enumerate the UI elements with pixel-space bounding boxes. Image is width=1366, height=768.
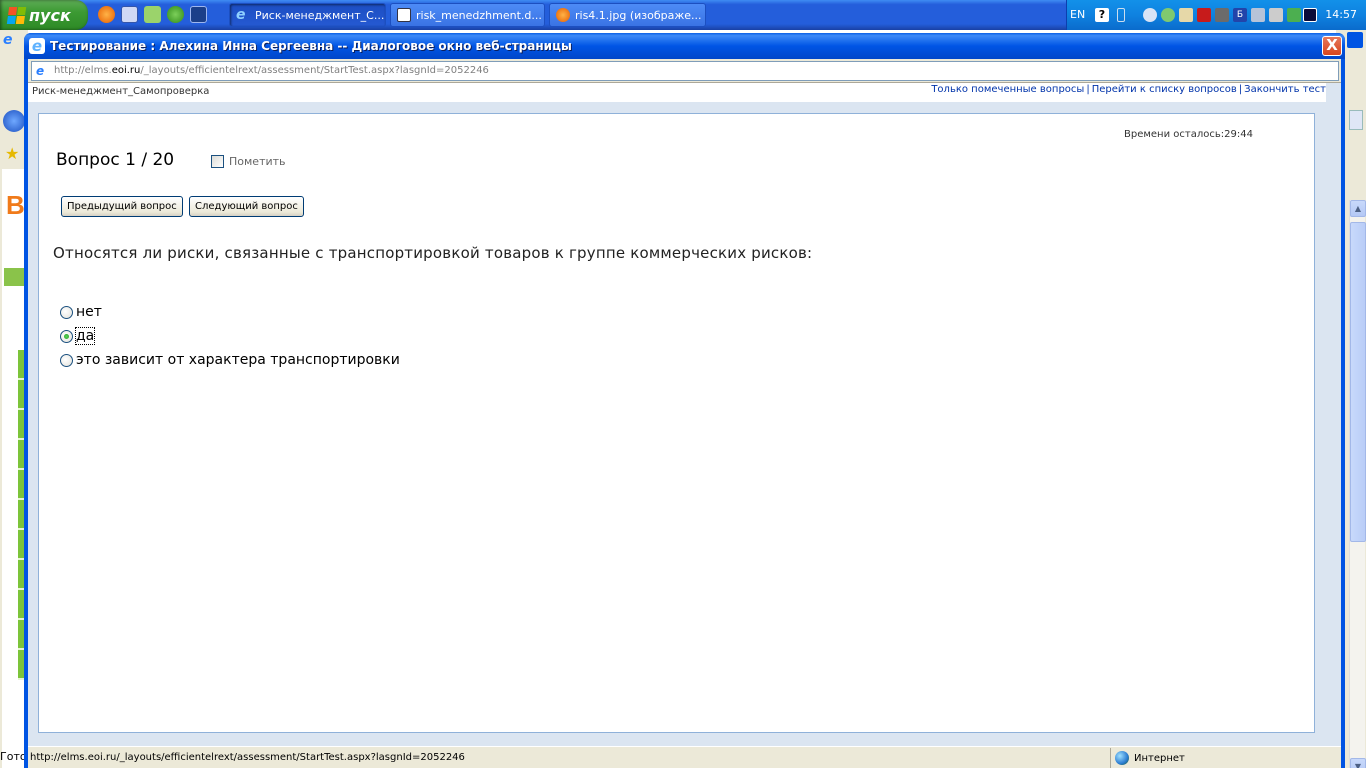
test-name: Риск-менеджмент_Самопроверка xyxy=(32,86,210,97)
address-field[interactable]: e http://elms.eoi.ru/_layouts/efficiente… xyxy=(31,61,1339,81)
network-icon[interactable] xyxy=(1161,8,1175,22)
status-url: http://elms.eoi.ru/_layouts/efficientelr… xyxy=(30,752,465,763)
utorrent-icon[interactable] xyxy=(167,6,184,23)
next-question-button[interactable]: Следующий вопрос xyxy=(189,196,304,217)
scroll-up-icon[interactable]: ▲ xyxy=(1350,200,1366,217)
close-button[interactable]: X xyxy=(1322,36,1342,56)
time-remaining: Времени осталось:29:44 xyxy=(1124,129,1253,140)
device-icon[interactable] xyxy=(1215,8,1229,22)
dialog-content: Риск-менеджмент_Самопроверка Только поме… xyxy=(28,83,1341,746)
test-navigation-links: Только помеченные вопросы | Перейти к спис… xyxy=(931,84,1326,95)
mark-question-control[interactable]: Пометить xyxy=(211,155,286,168)
mark-checkbox[interactable] xyxy=(211,155,224,168)
firefox-icon xyxy=(556,8,570,22)
scroll-down-icon[interactable]: ▼ xyxy=(1350,758,1366,768)
answer-option[interactable]: да xyxy=(60,326,96,346)
task-word-document[interactable]: risk_menedzhment.d... xyxy=(390,3,545,27)
start-button[interactable]: пуск xyxy=(0,0,88,30)
background-scrollbar[interactable]: ▲ ▼ xyxy=(1349,200,1366,768)
answer-option[interactable]: нет xyxy=(60,302,102,322)
mark-label: Пометить xyxy=(229,155,286,168)
answer-label: нет xyxy=(76,304,102,320)
address-prefix: http://elms. xyxy=(54,65,112,76)
question-panel: Времени осталось:29:44 Вопрос 1 / 20 Пом… xyxy=(38,113,1315,733)
answer-radio[interactable] xyxy=(60,353,73,367)
task-label: Риск-менеджмент_С... xyxy=(255,8,385,22)
ie-icon: e xyxy=(3,32,13,48)
address-domain: eoi.ru xyxy=(111,65,141,76)
dialog-window: e Тестирование : Алехина Инна Сергеевна … xyxy=(24,33,1345,768)
kaspersky-icon[interactable] xyxy=(1197,8,1211,22)
toolbar-chevron-icon[interactable] xyxy=(1349,110,1363,130)
address-path: /_layouts/efficientelrext/assessment/Sta… xyxy=(140,65,489,76)
question-list-link[interactable]: Перейти к списку вопросов xyxy=(1092,84,1237,95)
question-text: Относятся ли риски, связанные с транспор… xyxy=(53,244,813,262)
keyboard-icon[interactable]: Б xyxy=(1233,8,1247,22)
status-bar: http://elms.eoi.ru/_layouts/efficientelr… xyxy=(28,746,1341,768)
dialog-right-edge xyxy=(1330,83,1341,746)
volume-icon[interactable] xyxy=(1251,8,1265,22)
pencil-icon[interactable] xyxy=(1179,8,1193,22)
display-icon[interactable] xyxy=(1269,8,1283,22)
chevron-icon[interactable] xyxy=(1117,8,1125,22)
address-bar: e http://elms.eoi.ru/_layouts/efficiente… xyxy=(28,59,1341,83)
back-arrow-icon[interactable] xyxy=(1143,8,1157,22)
agent-icon[interactable] xyxy=(1303,8,1317,22)
answer-option[interactable]: это зависит от характера транспортировки xyxy=(60,350,400,370)
system-tray: EN ? Б 14:57 xyxy=(1066,0,1366,30)
zone-label: Интернет xyxy=(1134,752,1185,764)
answer-label: да xyxy=(74,327,96,345)
globe-icon xyxy=(1115,751,1129,765)
recycle-icon[interactable] xyxy=(144,6,161,23)
save-icon[interactable] xyxy=(121,6,138,23)
start-label: пуск xyxy=(29,5,71,25)
background-status-text: Гото xyxy=(0,750,27,763)
dialog-titlebar[interactable]: e Тестирование : Алехина Инна Сергеевна … xyxy=(24,33,1345,59)
task-risk-management[interactable]: e Риск-менеджмент_С... xyxy=(229,3,386,27)
previous-question-button[interactable]: Предыдущий вопрос xyxy=(61,196,183,217)
question-number: Вопрос 1 / 20 xyxy=(56,150,175,170)
task-label: ris4.1.jpg (изображе... xyxy=(575,8,702,22)
dialog-title: Тестирование : Алехина Инна Сергеевна --… xyxy=(50,39,572,53)
taskbar: пуск e Риск-менеджмент_С... risk_menedzh… xyxy=(0,0,1366,30)
back-button-icon[interactable] xyxy=(3,110,25,132)
window-control-icon[interactable] xyxy=(1347,32,1363,48)
windows-flag-icon xyxy=(6,6,27,24)
firefox-icon[interactable] xyxy=(98,6,115,23)
finish-test-link[interactable]: Закончить тест xyxy=(1244,84,1326,95)
task-image[interactable]: ris4.1.jpg (изображе... xyxy=(549,3,706,27)
marked-questions-link[interactable]: Только помеченные вопросы xyxy=(931,84,1084,95)
security-zone[interactable]: Интернет xyxy=(1110,748,1338,768)
word-document-icon xyxy=(397,8,411,22)
show-desktop-icon[interactable] xyxy=(190,6,207,23)
ie-icon: e xyxy=(29,38,45,54)
answer-label: это зависит от характера транспортировки xyxy=(76,352,400,368)
test-header-bar: Риск-менеджмент_Самопроверка Только поме… xyxy=(28,83,1326,102)
partial-logo-icon: В xyxy=(6,190,25,220)
help-icon[interactable]: ? xyxy=(1095,8,1109,22)
answer-radio-selected[interactable] xyxy=(60,329,73,343)
task-label: risk_menedzhment.d... xyxy=(416,8,542,22)
favorites-star-icon[interactable]: ★ xyxy=(5,144,19,163)
clock: 14:57 xyxy=(1325,8,1357,21)
language-indicator[interactable]: EN xyxy=(1070,8,1085,21)
ie-page-icon: e xyxy=(36,64,45,78)
check-icon[interactable] xyxy=(1287,8,1301,22)
answer-radio[interactable] xyxy=(60,305,73,319)
scroll-thumb[interactable] xyxy=(1350,222,1366,542)
ie-icon: e xyxy=(236,7,246,23)
